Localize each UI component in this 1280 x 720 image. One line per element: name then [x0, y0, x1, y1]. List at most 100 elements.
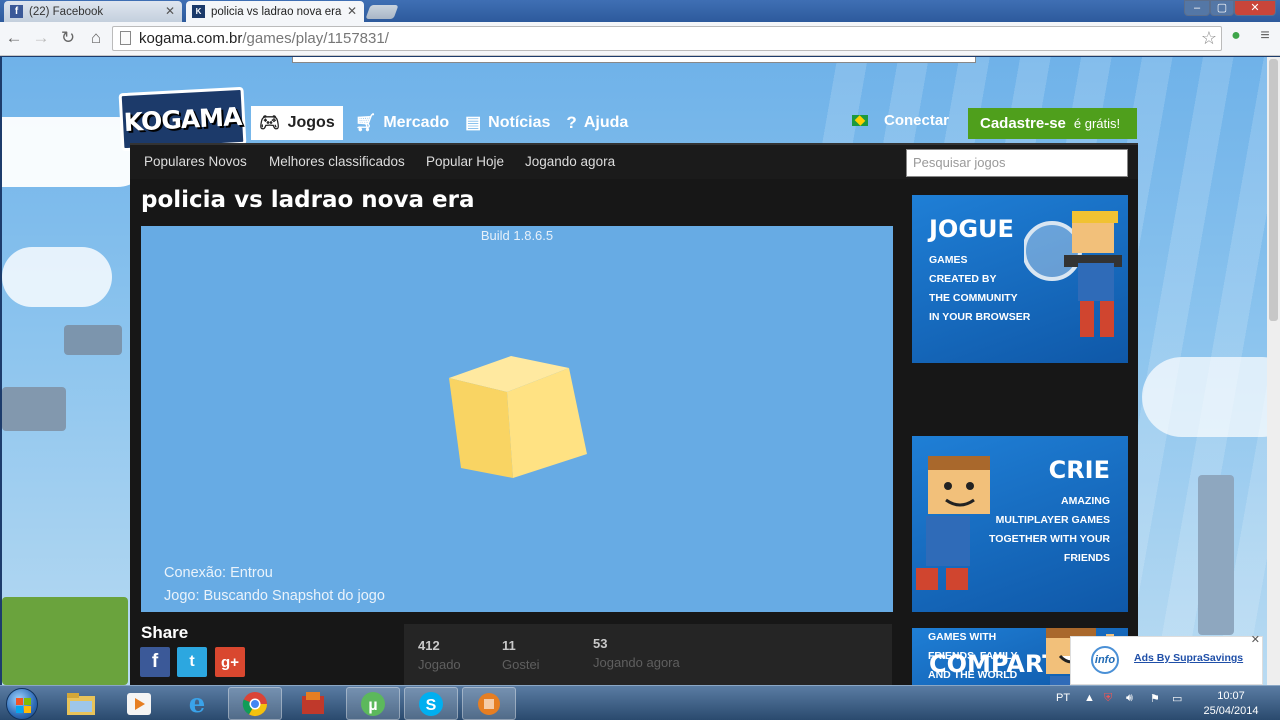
volume-icon[interactable]: 🔊︎ — [1126, 692, 1133, 705]
show-hidden-icons-icon[interactable]: ▲ — [1084, 692, 1095, 704]
security-tray-icon[interactable]: ⛨ — [1104, 692, 1112, 705]
media-player-taskbar-icon[interactable] — [112, 687, 166, 720]
stat-value: 11 — [502, 638, 516, 653]
connection-status: Conexão: Entrou — [164, 565, 273, 581]
stat-liked: 11 Gostei — [502, 638, 540, 672]
build-version: Build 1.8.6.5 — [480, 228, 554, 243]
twitter-share-icon[interactable]: t — [177, 647, 207, 677]
close-tab-icon[interactable]: ✕ — [347, 4, 357, 18]
language-indicator[interactable]: PT — [1056, 692, 1070, 704]
extension-icon[interactable]: ● — [1226, 27, 1246, 45]
internet-explorer-taskbar-icon[interactable]: e — [170, 687, 224, 720]
gamepad-icon: 🎮︎ — [259, 113, 281, 132]
subnav-populares-novos[interactable]: Populares Novos — [144, 154, 247, 169]
start-button[interactable] — [6, 688, 38, 720]
network-icon[interactable]: ▭ — [1172, 692, 1182, 705]
back-arrow-icon[interactable]: ← — [4, 28, 24, 48]
chrome-taskbar-icon[interactable] — [228, 687, 282, 720]
nav-label: Ajuda — [583, 114, 629, 131]
skype-taskbar-icon[interactable]: S — [404, 687, 458, 720]
connect-link[interactable]: Conectar — [852, 112, 949, 129]
signup-label: Cadastre-se — [980, 115, 1066, 132]
promo-heading: CRIE — [1048, 456, 1110, 484]
browser-toolbar: ← → ↻ ⌂ kogama.com.br/games/play/1157831… — [0, 22, 1280, 56]
search-games-input[interactable]: Pesquisar jogos — [906, 149, 1128, 177]
promo-text: GAMES CREATED BY THE COMMUNITY IN YOUR B… — [929, 251, 1030, 327]
close-window-button[interactable]: ✕ — [1234, 0, 1276, 16]
explorer-taskbar-icon[interactable] — [54, 687, 108, 720]
game-title: policia vs ladrao nova era — [141, 187, 475, 213]
new-tab-button[interactable] — [365, 5, 399, 19]
tab-facebook[interactable]: f (22) Facebook ✕ — [4, 1, 182, 22]
home-icon[interactable]: ⌂ — [86, 28, 106, 48]
subnav-jogando-agora[interactable]: Jogando agora — [525, 154, 615, 169]
promo-line: GAMES WITH — [928, 631, 997, 643]
sub-nav: Populares Novos Melhores classificados P… — [130, 143, 1138, 179]
menu-icon[interactable]: ≡ — [1255, 27, 1275, 45]
utorrent-taskbar-icon[interactable]: µ — [346, 687, 400, 720]
ad-popup[interactable]: info Ads By SupraSavings ✕ — [1070, 633, 1263, 685]
background-cloud — [2, 247, 112, 307]
nav-label: Mercado — [383, 114, 450, 131]
promo-line: GAMES — [929, 254, 968, 266]
subnav-popular-hoje[interactable]: Popular Hoje — [426, 154, 504, 169]
stat-value: 53 — [593, 636, 608, 651]
game-viewport[interactable]: Build 1.8.6.5 Conexão: Entrou Jogo: Busc… — [141, 226, 893, 612]
connect-label: Conectar — [884, 112, 950, 129]
signup-free-label: é grátis! — [1073, 116, 1121, 131]
help-icon: ? — [566, 113, 577, 132]
kogama-taskbar-icon[interactable] — [462, 687, 516, 720]
clock[interactable]: 10:07 25/04/2014 — [1195, 689, 1267, 719]
nav-noticias[interactable]: ▤ Notícias — [457, 106, 558, 140]
nav-label: Jogos — [287, 114, 335, 131]
promo-line: THE COMMUNITY — [929, 292, 1018, 304]
game-content: policia vs ladrao nova era Build 1.8.6.5… — [130, 179, 1138, 685]
close-ad-icon[interactable]: ✕ — [1251, 633, 1260, 646]
signup-button[interactable]: Cadastre-se é grátis! — [968, 108, 1137, 139]
kogama-favicon-icon: K — [192, 5, 205, 18]
promo-jogue[interactable]: JOGUE GAMES CREATED BY THE COMMUNITY IN … — [912, 195, 1128, 363]
stat-playing-now: 53 Jogando agora — [593, 636, 680, 670]
subnav-melhores-classificados[interactable]: Melhores classificados — [269, 154, 405, 169]
scrollbar-thumb[interactable] — [1269, 59, 1278, 321]
tab-title: (22) Facebook — [29, 5, 104, 18]
promo-line: FRIENDS, FAMILY, — [928, 650, 1020, 662]
promo-line: MULTIPLAYER GAMES — [995, 514, 1110, 526]
forward-arrow-icon[interactable]: → — [31, 28, 51, 48]
kogama-logo[interactable]: KOGAMA — [118, 86, 247, 152]
app-taskbar-icon[interactable] — [286, 687, 340, 720]
character-with-gun-icon — [1024, 211, 1122, 337]
page-icon — [120, 31, 131, 45]
info-icon: info — [1091, 646, 1119, 674]
close-tab-icon[interactable]: ✕ — [165, 4, 175, 18]
news-icon: ▤ — [465, 113, 482, 132]
nav-mercado[interactable]: 🛒︎ Mercado — [347, 106, 457, 140]
address-bar[interactable]: kogama.com.br/games/play/1157831/ ☆ — [112, 26, 1222, 51]
page-scrollbar[interactable] — [1267, 57, 1280, 685]
browser-tab-bar: f (22) Facebook ✕ K policia vs ladrao no… — [0, 0, 1280, 22]
game-status: Jogo: Buscando Snapshot do jogo — [164, 588, 385, 604]
stat-label: Jogado — [418, 657, 461, 672]
floating-island — [64, 325, 122, 355]
web-page: KOGAMA 🎮︎ Jogos 🛒︎ Mercado ▤ Notícias ? … — [2, 57, 1267, 685]
promo-line: CREATED BY — [929, 273, 997, 285]
reload-icon[interactable]: ↻ — [58, 28, 78, 48]
facebook-share-icon[interactable]: f — [140, 647, 170, 677]
promo-text: AMAZING MULTIPLAYER GAMES TOGETHER WITH … — [989, 492, 1110, 568]
bookmark-star-icon[interactable]: ☆ — [1201, 27, 1217, 50]
url-host: kogama.com.br — [139, 30, 243, 47]
ad-link[interactable]: Ads By SupraSavings — [1134, 652, 1243, 664]
googleplus-share-icon[interactable]: g+ — [215, 647, 245, 677]
floating-island — [2, 387, 66, 431]
tab-kogama[interactable]: K policia vs ladrao nova era ✕ — [186, 1, 364, 22]
maximize-button[interactable]: ▢ — [1210, 0, 1234, 16]
svg-text:S: S — [426, 697, 437, 714]
minimize-button[interactable]: – — [1184, 0, 1210, 16]
action-center-flag-icon[interactable]: ⚑ — [1150, 692, 1160, 705]
logo-text: KOGAMA — [123, 101, 242, 137]
nav-jogos[interactable]: 🎮︎ Jogos — [251, 106, 343, 140]
nav-ajuda[interactable]: ? Ajuda — [558, 106, 636, 140]
top-banner-strip — [292, 57, 976, 63]
promo-crie[interactable]: CRIE AMAZING MULTIPLAYER GAMES TOGETHER … — [912, 436, 1128, 612]
grass-block — [2, 597, 128, 685]
